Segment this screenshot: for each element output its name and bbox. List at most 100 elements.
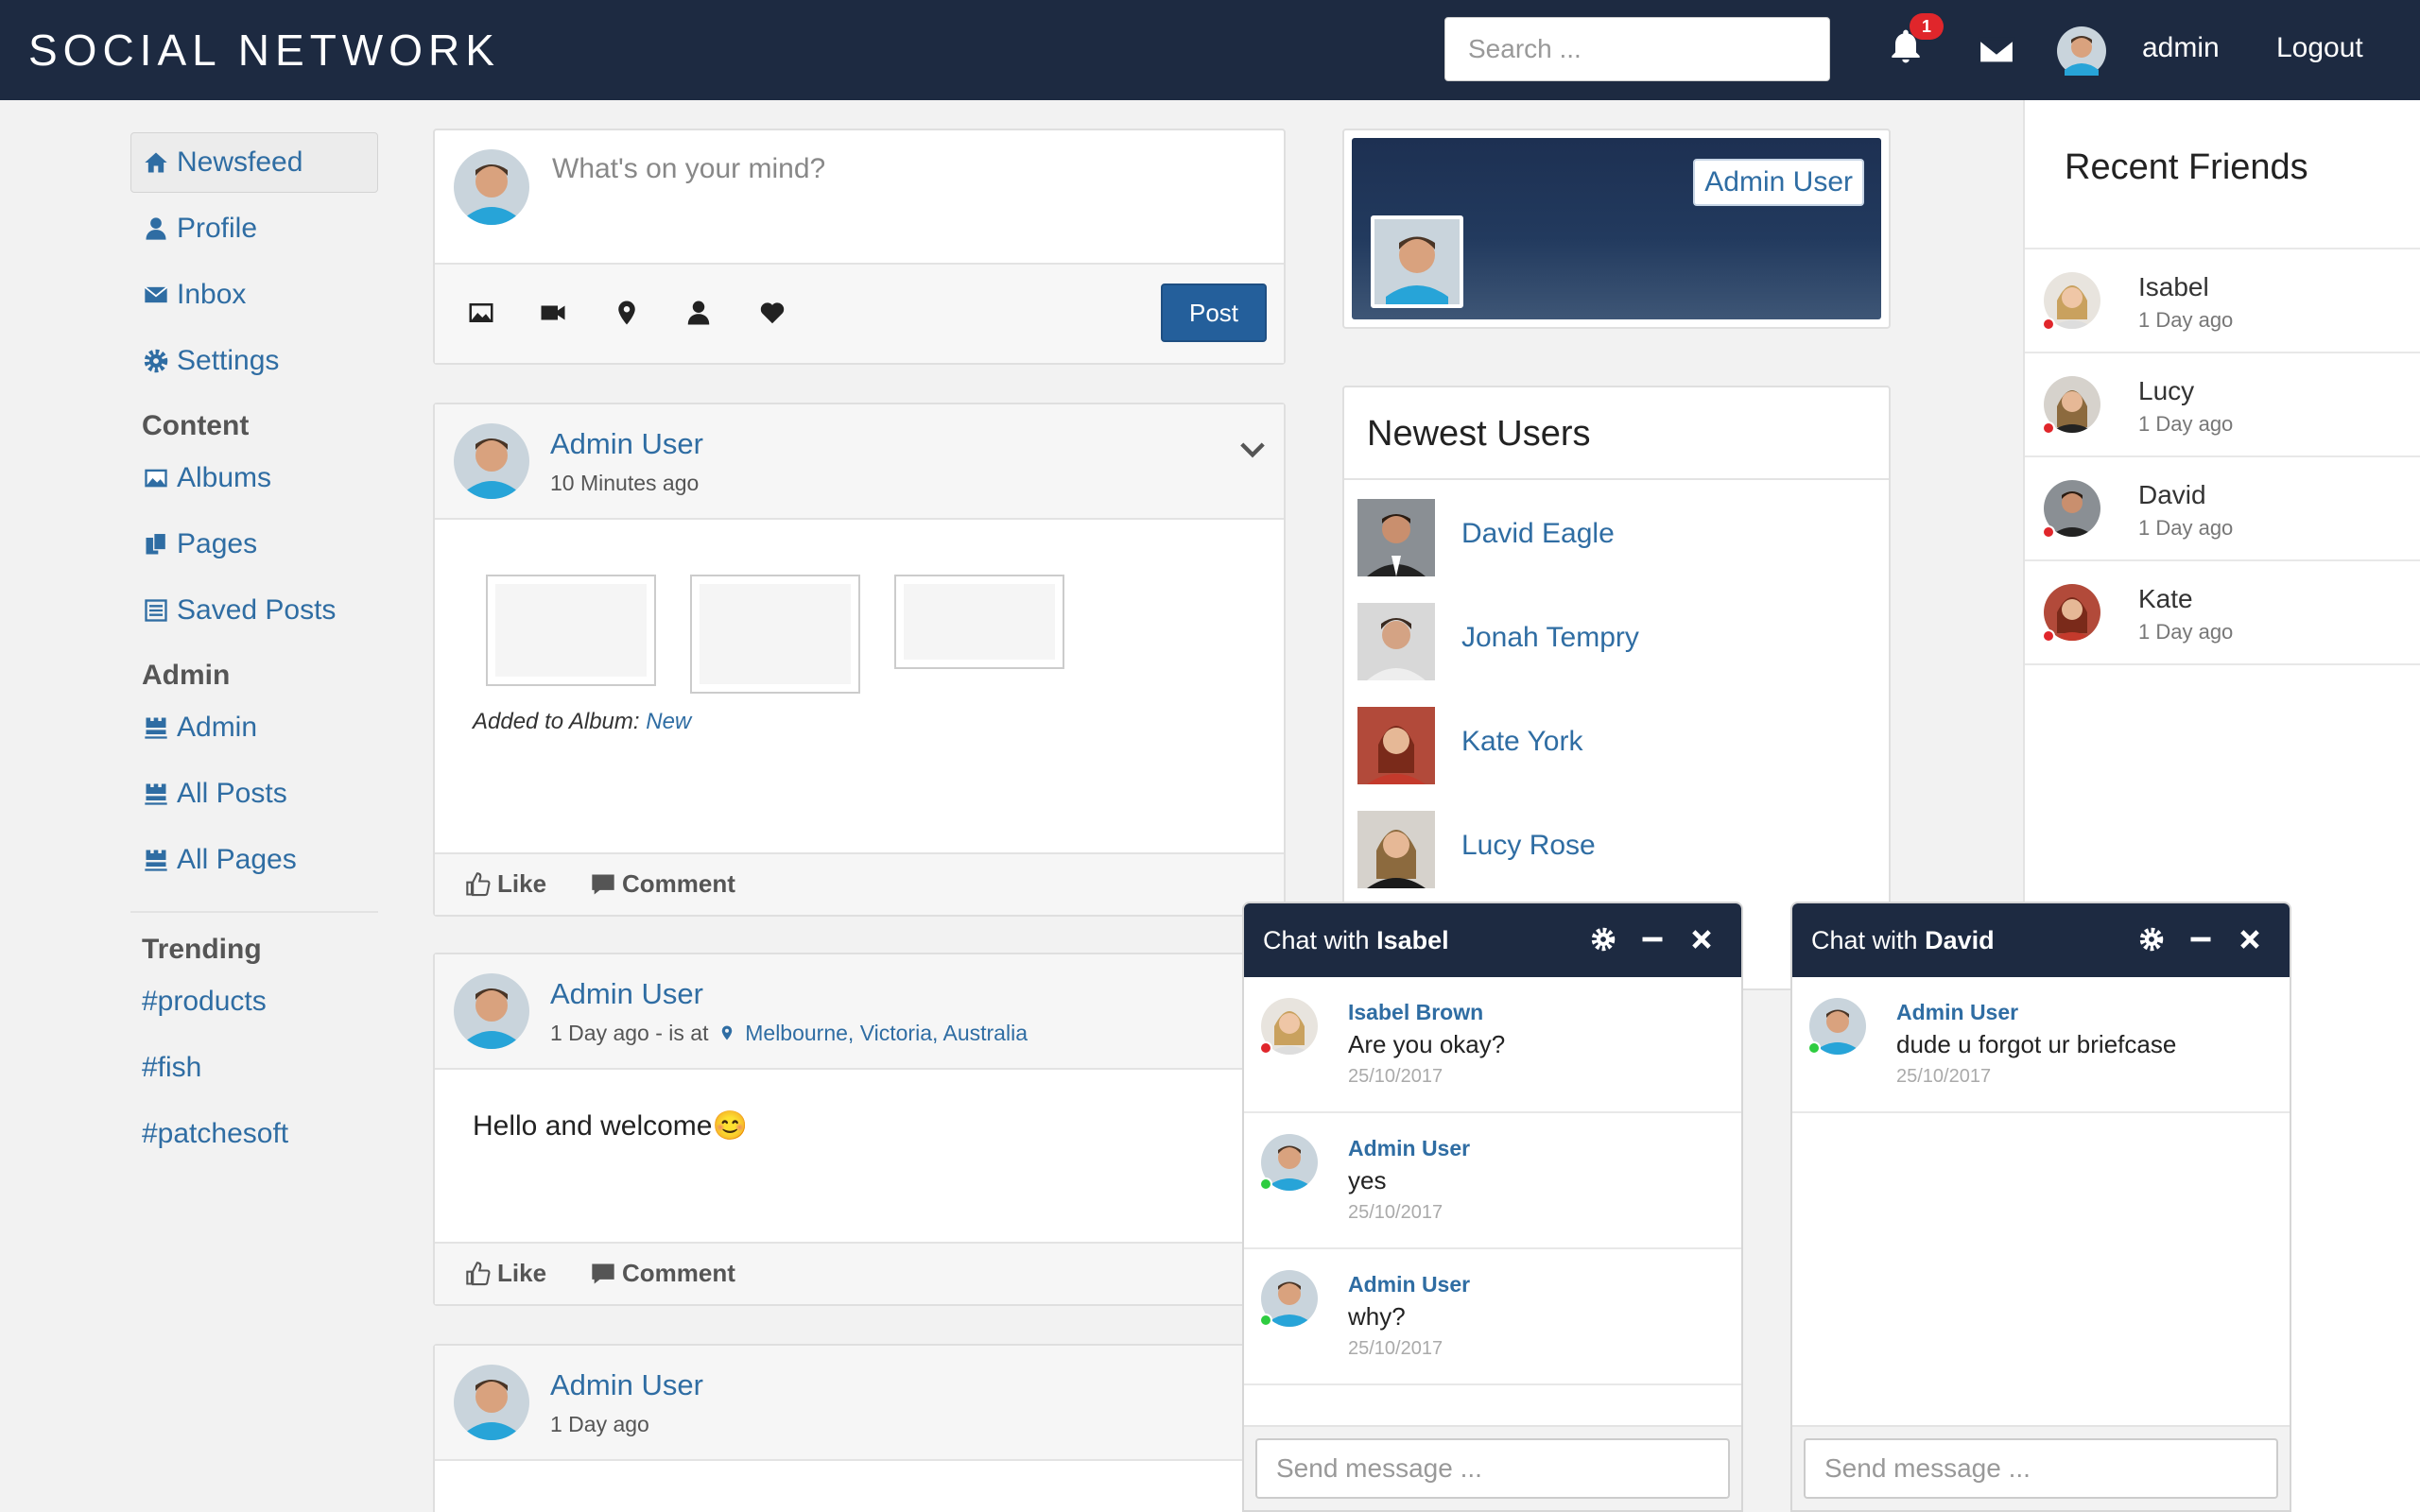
friend-item[interactable]: Kate 1 Day ago (2025, 561, 2420, 665)
album-link[interactable]: New (646, 709, 691, 734)
comment-label: Comment (622, 1259, 735, 1287)
like-button[interactable]: Like (465, 869, 546, 899)
message-sender[interactable]: Admin User (1896, 1000, 2018, 1025)
sidebar-item-saved-posts[interactable]: Saved Posts (130, 580, 378, 641)
friend-name[interactable]: Isabel (2138, 272, 2209, 302)
friend-time: 1 Day ago (2138, 412, 2234, 436)
chat-header[interactable]: Chat with David (1792, 903, 2290, 977)
logout-link[interactable]: Logout (2276, 32, 2363, 64)
message-sender[interactable]: Admin User (1348, 1272, 1470, 1297)
minimize-icon[interactable] (2187, 926, 2214, 953)
envelope-icon[interactable] (1976, 30, 2017, 72)
message-date: 25/10/2017 (1896, 1066, 1992, 1087)
feed-post: Admin User 10 Minutes ago Added to Album… (433, 403, 1286, 917)
trending-tag[interactable]: #patchesoft (130, 1104, 378, 1164)
album-thumbnail[interactable] (486, 575, 656, 686)
list-item[interactable]: David Eagle (1357, 499, 1868, 576)
list-item[interactable]: Lucy Rose (1357, 811, 1868, 888)
sidebar-item-pages[interactable]: Pages (130, 514, 378, 575)
post-author[interactable]: Admin User (550, 427, 703, 461)
status-offline-dot (2042, 318, 2055, 331)
album-thumbnail[interactable] (690, 575, 860, 694)
friend-item[interactable]: Lucy 1 Day ago (2025, 353, 2420, 457)
envelope-icon (144, 286, 168, 303)
list-item[interactable]: Kate York (1357, 707, 1868, 784)
sidebar-item-all-posts[interactable]: All Posts (130, 764, 378, 824)
heart-icon[interactable] (758, 299, 786, 327)
left-sidebar: Newsfeed Profile Inbox Settings Content … (130, 132, 378, 1170)
user-name[interactable]: Kate York (1461, 726, 1582, 758)
user-name[interactable]: Lucy Rose (1461, 830, 1596, 862)
avatar (454, 149, 529, 225)
chevron-down-icon[interactable] (1238, 435, 1267, 463)
sidebar-item-newsfeed[interactable]: Newsfeed (130, 132, 378, 193)
sidebar-item-settings[interactable]: Settings (130, 331, 378, 391)
album-caption: Added to Album: New (473, 709, 691, 735)
user-icon[interactable] (684, 299, 713, 327)
avatar[interactable] (454, 1365, 529, 1440)
trending-tag[interactable]: #fish (130, 1038, 378, 1098)
composer-input[interactable]: What's on your mind? (552, 153, 825, 185)
post-author[interactable]: Admin User (550, 1368, 703, 1402)
sidebar-item-all-pages[interactable]: All Pages (130, 830, 378, 890)
album-thumbnail[interactable] (894, 575, 1064, 669)
avatar (1357, 811, 1435, 888)
post-button[interactable]: Post (1161, 284, 1267, 342)
friend-name[interactable]: Kate (2138, 584, 2193, 614)
friend-item[interactable]: Isabel 1 Day ago (2025, 249, 2420, 353)
picture-icon[interactable] (467, 299, 495, 327)
friend-name[interactable]: David (2138, 480, 2206, 510)
message-sender[interactable]: Isabel Brown (1348, 1000, 1483, 1025)
message-date: 25/10/2017 (1348, 1338, 1443, 1359)
list-item[interactable]: Jonah Tempry (1357, 603, 1868, 680)
recent-friends-title: Recent Friends (2025, 100, 2420, 249)
newest-users-panel: Newest Users David Eagle Jonah Tempry Ka… (1342, 386, 1891, 990)
chat-message-input[interactable] (1255, 1438, 1730, 1499)
close-icon[interactable] (1688, 926, 1715, 953)
list-icon (145, 599, 167, 622)
close-icon[interactable] (2237, 926, 2263, 953)
chat-message-input[interactable] (1804, 1438, 2278, 1499)
user-name[interactable]: Jonah Tempry (1461, 622, 1639, 654)
profile-name-button[interactable]: Admin User (1693, 159, 1864, 206)
like-button[interactable]: Like (465, 1259, 546, 1288)
gear-icon[interactable] (2138, 926, 2165, 953)
post-actions: Like Comment (435, 852, 1284, 915)
tower-icon (145, 717, 167, 739)
comment-button[interactable]: Comment (590, 869, 735, 899)
location-link[interactable]: Melbourne, Victoria, Australia (745, 1021, 1028, 1045)
avatar[interactable] (1371, 215, 1463, 308)
comment-button[interactable]: Comment (590, 1259, 735, 1288)
sidebar-item-albums[interactable]: Albums (130, 448, 378, 508)
chat-title-prefix: Chat with (1811, 926, 1918, 954)
friend-item[interactable]: David 1 Day ago (2025, 457, 2420, 561)
sidebar-item-admin[interactable]: Admin (130, 697, 378, 758)
status-offline-dot (2042, 629, 2055, 643)
like-label: Like (497, 869, 547, 898)
chat-header[interactable]: Chat with Isabel (1244, 903, 1741, 977)
post-body: Added to Album: New (435, 520, 1284, 854)
friend-name[interactable]: Lucy (2138, 376, 2194, 406)
avatar[interactable] (454, 973, 529, 1049)
sidebar-item-profile[interactable]: Profile (130, 198, 378, 259)
newest-users-title: Newest Users (1344, 387, 1889, 480)
nav-username[interactable]: admin (2142, 32, 2220, 64)
sidebar-item-inbox[interactable]: Inbox (130, 265, 378, 325)
user-name[interactable]: David Eagle (1461, 518, 1615, 550)
search-input[interactable] (1444, 17, 1830, 81)
message-text: yes (1348, 1166, 1387, 1194)
trending-tag[interactable]: #products (130, 971, 378, 1032)
minimize-icon[interactable] (1639, 926, 1666, 953)
post-body: Hello and welcome😊 (435, 1070, 1284, 1244)
video-icon[interactable] (539, 299, 567, 327)
sidebar-item-label: Albums (177, 462, 272, 493)
avatar[interactable] (2057, 26, 2106, 76)
brand-logo[interactable]: SOCIAL NETWORK (28, 25, 500, 76)
post-meta: 1 Day ago - is at Melbourne, Victoria, A… (550, 1021, 1028, 1046)
map-marker-icon[interactable] (613, 299, 641, 327)
profile-card: Admin User (1342, 129, 1891, 329)
post-author[interactable]: Admin User (550, 977, 703, 1011)
message-sender[interactable]: Admin User (1348, 1136, 1470, 1161)
gear-icon[interactable] (1590, 926, 1616, 953)
avatar[interactable] (454, 423, 529, 499)
